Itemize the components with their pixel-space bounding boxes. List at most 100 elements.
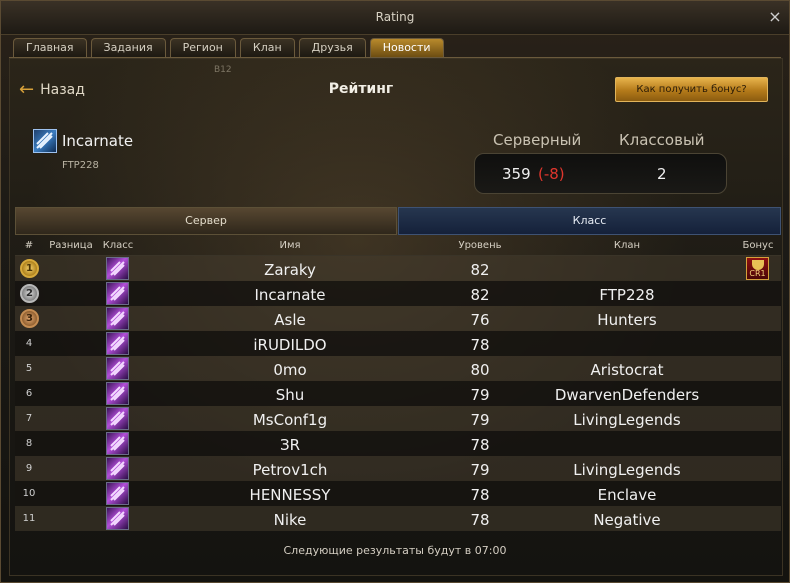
- rank-cell: 10: [22, 488, 36, 499]
- clan-cell: Enclave: [597, 486, 657, 504]
- level-cell: 78: [470, 336, 490, 354]
- table-row[interactable]: 3 Asle 76 Hunters: [15, 306, 781, 331]
- level-cell: 82: [470, 286, 490, 304]
- clan-cell: Aristocrat: [590, 361, 664, 379]
- server-rank-diff: (-8): [538, 165, 565, 183]
- name-cell: Asle: [274, 311, 306, 329]
- table-row[interactable]: 2 Incarnate 82 FTP228: [15, 281, 781, 306]
- level-cell: 79: [470, 411, 490, 429]
- gold-medal-icon: 1: [20, 259, 39, 278]
- table-header: # Разница Класс Имя Уровень Клан Бонус: [15, 237, 781, 256]
- tab-friends[interactable]: Друзья: [298, 38, 366, 57]
- arrow-left-icon: ←: [19, 79, 35, 100]
- page-title: Рейтинг: [328, 81, 394, 97]
- table-row[interactable]: 10 HENNESSY 78 Enclave: [15, 481, 781, 506]
- table-row[interactable]: 4 iRUDILDO 78: [15, 331, 781, 356]
- name-cell: Shu: [275, 386, 305, 404]
- clan-cell: Negative: [593, 511, 661, 529]
- rank-cell: 6: [25, 388, 33, 399]
- panel-tag: B12: [214, 65, 232, 75]
- window-title: Rating: [375, 10, 415, 24]
- player-name: Incarnate: [62, 132, 134, 150]
- name-cell: Zaraky: [264, 261, 316, 279]
- back-label: Назад: [40, 82, 85, 98]
- rank-cell: 4: [25, 338, 33, 349]
- back-button[interactable]: ← Назад: [19, 81, 85, 99]
- table-row[interactable]: 7 MsConf1g 79 LivingLegends: [15, 406, 781, 431]
- class-icon: [106, 282, 129, 305]
- tab-region[interactable]: Регион: [169, 38, 236, 57]
- level-cell: 80: [470, 361, 490, 379]
- class-icon: [106, 432, 129, 455]
- name-cell: 0mo: [273, 361, 307, 379]
- table-row[interactable]: 9 Petrov1ch 79 LivingLegends: [15, 456, 781, 481]
- bonus-label: CR1: [749, 269, 766, 278]
- rating-window: Rating × Главная Задания Регион Клан Дру…: [0, 0, 790, 583]
- level-cell: 79: [470, 461, 490, 479]
- tab-bar: Главная Задания Регион Клан Друзья Новос…: [13, 38, 444, 58]
- level-cell: 79: [470, 386, 490, 404]
- column-diff: Разница: [49, 240, 93, 251]
- table-row[interactable]: 8 ЗR 78: [15, 431, 781, 456]
- clan-cell: LivingLegends: [573, 411, 681, 429]
- class-icon: [106, 257, 129, 280]
- level-cell: 82: [470, 261, 490, 279]
- rating-table: # Разница Класс Имя Уровень Клан Бонус 1…: [15, 237, 781, 531]
- clan-cell: Hunters: [597, 311, 657, 329]
- class-icon: [106, 307, 129, 330]
- name-cell: iRUDILDO: [253, 336, 327, 354]
- next-results-note: Следующие результаты будут в 07:00: [283, 544, 507, 557]
- clan-cell: DwarvenDefenders: [554, 386, 700, 404]
- name-cell: Petrov1ch: [252, 461, 328, 479]
- column-class: Класс: [102, 240, 134, 251]
- level-cell: 76: [470, 311, 490, 329]
- column-level: Уровень: [458, 240, 502, 251]
- name-cell: Nike: [273, 511, 307, 529]
- rank-cell: 9: [25, 463, 33, 474]
- column-name: Имя: [279, 240, 301, 251]
- class-icon: [106, 482, 129, 505]
- class-icon: [106, 457, 129, 480]
- close-icon[interactable]: ×: [767, 9, 783, 25]
- table-row[interactable]: 11 Nike 78 Negative: [15, 506, 781, 531]
- level-cell: 78: [470, 511, 490, 529]
- server-rank-label: Серверный: [493, 131, 582, 149]
- class-icon: [106, 357, 129, 380]
- column-bonus: Бонус: [742, 240, 774, 251]
- segment-server[interactable]: Сервер: [15, 207, 397, 235]
- class-rank-value: 2: [657, 165, 667, 183]
- rank-cell: 11: [22, 513, 36, 524]
- server-rank-value: 359: [502, 165, 531, 183]
- name-cell: HENNESSY: [249, 486, 331, 504]
- player-clan: FTP228: [62, 160, 99, 171]
- tab-main[interactable]: Главная: [13, 38, 87, 57]
- class-rank-label: Классовый: [619, 131, 705, 149]
- name-cell: Incarnate: [254, 286, 326, 304]
- bonus-trophy-icon[interactable]: CR1: [746, 257, 769, 280]
- name-cell: ЗR: [279, 436, 301, 454]
- clan-cell: LivingLegends: [573, 461, 681, 479]
- how-to-get-bonus-button[interactable]: Как получить бонус?: [615, 77, 768, 102]
- segment-class[interactable]: Класс: [398, 207, 781, 235]
- table-row[interactable]: 5 0mo 80 Aristocrat: [15, 356, 781, 381]
- class-icon: [106, 332, 129, 355]
- tab-quests[interactable]: Задания: [90, 38, 166, 57]
- class-icon: [106, 382, 129, 405]
- rank-values-box: 359 (-8) 2: [474, 153, 727, 194]
- table-body: 1 Zaraky 82 CR1 2 Incarnate 82 FTP228 3 Asle 76 Hun…: [15, 256, 781, 531]
- title-bar: Rating ×: [1, 1, 789, 35]
- name-cell: MsConf1g: [252, 411, 328, 429]
- bronze-medal-icon: 3: [20, 309, 39, 328]
- table-row[interactable]: 6 Shu 79 DwarvenDefenders: [15, 381, 781, 406]
- column-clan: Клан: [613, 240, 641, 251]
- rank-cell: 7: [25, 413, 33, 424]
- rank-cell: 5: [25, 363, 33, 374]
- table-row[interactable]: 1 Zaraky 82 CR1: [15, 256, 781, 281]
- class-icon: [106, 507, 129, 530]
- tab-clan[interactable]: Клан: [239, 38, 295, 57]
- player-class-icon: [33, 129, 57, 153]
- column-rank: #: [24, 240, 34, 251]
- tab-news[interactable]: Новости: [369, 38, 444, 57]
- silver-medal-icon: 2: [20, 284, 39, 303]
- level-cell: 78: [470, 436, 490, 454]
